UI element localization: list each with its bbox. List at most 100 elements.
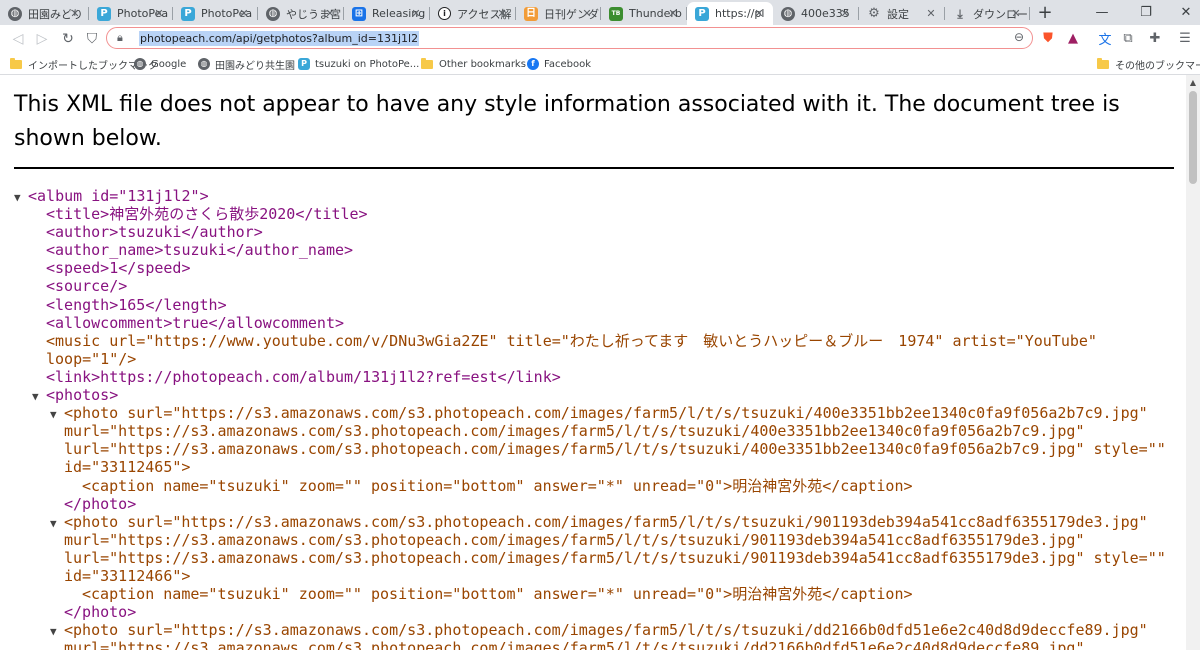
bookmarks-bar: インポートしたブックマーク ◍ Google ◍ 田園みどり共生園 P tsuz… [0, 52, 1200, 75]
close-icon[interactable]: ✕ [68, 6, 82, 20]
facebook-icon: f [527, 58, 539, 70]
xml-line: ▼ <album id="131j1l2"> [14, 187, 1174, 205]
tab-3[interactable]: P PhotoPea ✕ [173, 2, 258, 25]
bookmark-label: その他のブックマーク [1115, 60, 1200, 72]
bookmark-other[interactable]: Other bookmarks [421, 56, 526, 72]
tab-2[interactable]: P PhotoPea ✕ [89, 2, 173, 25]
browser-toolbar: ◁ ▷ ↻ ⛉ 🔒︎ photopeach.com/api/getphotos?… [0, 25, 1200, 52]
xml-line: <speed>1</speed> [14, 259, 1174, 277]
folder-icon [10, 57, 22, 69]
xml-photo-surl: <photo surl="https://s3.amazonaws.com/s3… [64, 512, 1148, 531]
tab-6[interactable]: i アクセス解 ✕ [430, 2, 516, 25]
xml-photo-murl: murl="https://s3.amazonaws.com/s3.photop… [64, 530, 1085, 549]
bookmark-photopeach[interactable]: P tsuzuki on PhotoPe... [298, 56, 419, 72]
info-icon: i [438, 7, 451, 20]
tab-10[interactable]: ◍ 400e335 ✕ [773, 2, 859, 25]
xml-line: murl="https://s3.amazonaws.com/s3.photop… [14, 422, 1174, 440]
scroll-thumb[interactable] [1189, 91, 1197, 184]
xml-tree: ▼ <album id="131j1l2"> <title>神宮外苑のさくら散歩2… [14, 187, 1174, 650]
folder-icon [1097, 57, 1109, 69]
xml-link: <link>https://photopeach.com/album/131j1… [46, 367, 561, 386]
xml-photos-open: <photos> [46, 386, 119, 405]
xml-line: lurl="https://s3.amazonaws.com/s3.photop… [14, 549, 1174, 567]
xml-line: lurl="https://s3.amazonaws.com/s3.photop… [14, 440, 1174, 458]
xml-photo-id: id="33112466"> [64, 566, 191, 585]
bookmark-denen[interactable]: ◍ 田園みどり共生園 [198, 56, 295, 72]
bookmark-label: Other bookmarks [439, 58, 526, 70]
xml-line: murl="https://s3.amazonaws.com/s3.photop… [14, 531, 1174, 549]
extension-icon[interactable]: ⧉ [1119, 29, 1137, 47]
tab-11[interactable]: ⚙ 設定 ✕ [859, 2, 945, 25]
xml-length: <length>165</length> [46, 295, 227, 314]
url-text[interactable]: photopeach.com/api/getphotos?album_id=13… [139, 30, 420, 46]
xml-photo-close: </photo> [64, 603, 137, 622]
tab-4[interactable]: ◍ やじうま宮 ✕ [258, 2, 344, 25]
bookmark-label: Google [151, 58, 187, 70]
globe-icon: ◍ [781, 6, 795, 21]
close-icon[interactable]: ✕ [409, 6, 423, 20]
xml-music: <music url="https://www.youtube.com/v/DN… [46, 331, 1097, 350]
brave-rewards-icon[interactable]: ▲ [1064, 29, 1082, 47]
forward-button[interactable]: ▷ [32, 29, 52, 49]
close-icon[interactable]: ✕ [580, 6, 594, 20]
address-bar[interactable]: 🔒︎ photopeach.com/api/getphotos?album_id… [106, 27, 1033, 49]
tab-9-active[interactable]: P https://pl ✕ [687, 2, 773, 25]
globe-icon: ◍ [8, 6, 22, 21]
back-button[interactable]: ◁ [8, 29, 28, 49]
xml-photo-id: id="33112465"> [64, 458, 191, 477]
bookmark-label: 田園みどり共生園 [215, 60, 295, 72]
close-icon[interactable]: ✕ [152, 6, 166, 20]
xml-line: </photo> [14, 495, 1174, 513]
tab-1[interactable]: ◍ 田園みどり ✕ [0, 2, 89, 25]
minimize-button[interactable]: — [1092, 3, 1112, 21]
close-icon[interactable]: ✕ [237, 6, 251, 20]
close-icon[interactable]: ✕ [323, 6, 337, 20]
restore-button[interactable]: ❐ [1136, 3, 1156, 21]
tab-5[interactable]: ⊞ Releasing ✕ [344, 2, 430, 25]
zoom-icon[interactable]: ⊖ [1014, 30, 1024, 44]
menu-icon[interactable]: ☰ [1176, 29, 1194, 47]
close-icon[interactable]: ✕ [752, 6, 766, 20]
close-icon[interactable]: ✕ [1009, 6, 1023, 20]
gear-icon: ⚙ [868, 6, 880, 21]
bookmark-facebook[interactable]: f Facebook [527, 56, 591, 72]
xml-line: <author_name>tsuzuki</author_name> [14, 241, 1174, 259]
bookmark-label: tsuzuki on PhotoPe... [315, 58, 420, 70]
xml-line: <source/> [14, 277, 1174, 295]
close-icon[interactable]: ✕ [666, 6, 680, 20]
vertical-scrollbar[interactable]: ▲ [1186, 75, 1200, 650]
reload-button[interactable]: ↻ [58, 29, 78, 49]
translate-icon[interactable]: 文 [1096, 29, 1114, 48]
xml-line: loop="1"/> [14, 350, 1174, 368]
extensions-puzzle-icon[interactable]: ✚ [1146, 29, 1164, 47]
globe-icon: ◍ [198, 58, 210, 70]
close-icon[interactable]: ✕ [495, 6, 509, 20]
brave-shield-icon[interactable]: ⛊ [1039, 29, 1057, 47]
bookmark-icon[interactable]: ⛉ [82, 29, 102, 49]
xml-photo-close: </photo> [64, 494, 137, 513]
xml-line: <author>tsuzuki</author> [14, 223, 1174, 241]
close-window-button[interactable]: ✕ [1176, 3, 1196, 21]
tab-8[interactable]: TB Thunderb ✕ [601, 2, 687, 25]
scroll-up-arrow-icon[interactable]: ▲ [1186, 75, 1200, 89]
close-icon[interactable]: ✕ [838, 6, 852, 20]
xml-photo-lurl: lurl="https://s3.amazonaws.com/s3.photop… [64, 440, 1166, 459]
photopeach-icon: P [181, 6, 195, 21]
page-content: This XML file does not appear to have an… [0, 75, 1186, 650]
new-tab-button[interactable]: + [1036, 2, 1054, 23]
xml-info-message: This XML file does not appear to have an… [14, 92, 1120, 151]
xml-author-name: <author_name>tsuzuki</author_name> [46, 241, 354, 260]
bookmark-google[interactable]: ◍ Google [134, 56, 186, 72]
windows-icon: ⊞ [352, 6, 366, 21]
xml-photo-surl: <photo surl="https://s3.amazonaws.com/s3… [64, 621, 1148, 640]
xml-line: ▼ <photo surl="https://s3.amazonaws.com/s… [14, 404, 1174, 422]
xml-line: <caption name="tsuzuki" zoom="" position… [14, 477, 1174, 495]
close-icon[interactable]: ✕ [924, 6, 938, 20]
xml-line: </photo> [14, 603, 1174, 621]
photopeach-icon: P [97, 6, 111, 21]
xml-line: ▼ <photo surl="https://s3.amazonaws.com/s… [14, 621, 1174, 639]
tab-7[interactable]: 日 日刊ゲンダ ✕ [516, 2, 601, 25]
lock-icon[interactable]: 🔒︎ [117, 31, 135, 45]
bookmark-other-bookmarks[interactable]: その他のブックマーク [1097, 56, 1200, 72]
tab-12[interactable]: ⤓ ダウンロード ✕ [945, 2, 1030, 25]
